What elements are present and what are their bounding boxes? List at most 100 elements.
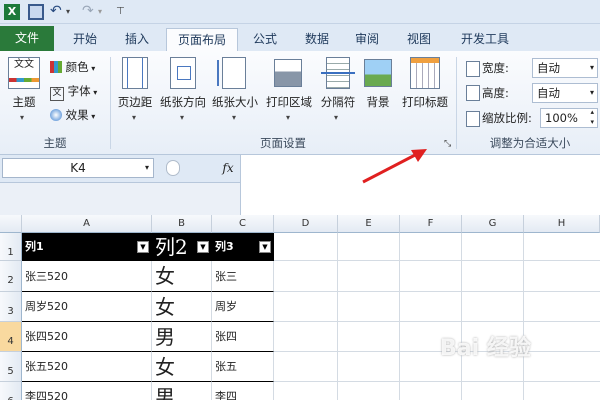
ribbon-tab-bar: 文件 开始 插入 页面布局 公式 数据 审阅 视图 开发工具 [0, 24, 600, 52]
tab-file[interactable]: 文件 [0, 26, 54, 51]
filter-dropdown-icon[interactable]: ▼ [137, 241, 149, 253]
width-select[interactable]: 自动 ▾ [532, 58, 598, 78]
worksheet-grid[interactable]: A B C D E F G H 1 2 3 4 5 6 列1 ▼ 列2 ▼ 列3… [0, 215, 600, 400]
size-button[interactable]: 纸张大小 [208, 94, 262, 110]
row-header[interactable]: 2 [0, 261, 22, 292]
chevron-down-icon: ▾ [589, 88, 594, 97]
tab-developer[interactable]: 开发工具 [452, 28, 518, 51]
table-cell[interactable]: 女 [152, 261, 212, 292]
table-cell[interactable]: 李四 [212, 382, 274, 400]
size-dropdown-icon[interactable]: ▾ [232, 113, 236, 122]
excel-app-icon[interactable]: X [4, 4, 20, 20]
redo-dropdown-icon[interactable]: ▾ [98, 4, 114, 20]
table-cell[interactable]: 周岁 [212, 292, 274, 322]
column-header[interactable]: E [338, 215, 400, 233]
scale-group-label: 调整为合适大小 [489, 136, 571, 150]
table-cell[interactable]: 女 [152, 352, 212, 382]
print-titles-button[interactable]: 打印标题 [398, 94, 452, 110]
tab-page-layout[interactable]: 页面布局 [166, 28, 238, 52]
header-label: 列1 [25, 240, 44, 253]
height-icon [466, 85, 480, 101]
print-area-button[interactable]: 打印区域 [262, 94, 316, 110]
page-setup-dialog-launcher-icon[interactable]: ⤡ [444, 139, 451, 149]
table-header-cell[interactable]: 列2 ▼ [152, 233, 212, 261]
orientation-button[interactable]: 纸张方向 [156, 94, 210, 110]
column-header[interactable]: B [152, 215, 212, 233]
column-header[interactable]: D [274, 215, 338, 233]
breaks-dropdown-icon[interactable]: ▾ [334, 113, 338, 122]
height-value: 自动 [537, 86, 560, 100]
tab-data[interactable]: 数据 [296, 28, 338, 51]
margins-dropdown-icon[interactable]: ▾ [132, 113, 136, 122]
tab-review[interactable]: 审阅 [346, 28, 388, 51]
fonts-label: 字体 [67, 84, 91, 98]
tab-home[interactable]: 开始 [62, 28, 108, 51]
row-header[interactable]: 5 [0, 352, 22, 382]
table-cell[interactable]: 男 [152, 322, 212, 352]
scale-icon [466, 111, 480, 127]
background-icon [364, 59, 392, 87]
group-separator [110, 57, 111, 149]
margins-button[interactable]: 页边距 [114, 94, 156, 110]
formula-bar-splitter[interactable] [166, 160, 180, 176]
column-header[interactable]: H [524, 215, 600, 233]
table-cell[interactable]: 男 [152, 382, 212, 400]
ribbon-page-layout: 文文 主题 ▾ 颜色 ▾ 文 字体 ▾ 效果 ▾ 主题 页边距 ▾ 纸张方向 ▾… [0, 51, 600, 155]
undo-dropdown-icon[interactable]: ▾ [66, 4, 82, 20]
table-cell[interactable]: 李四520 [22, 382, 152, 400]
table-cell[interactable]: 张五520 [22, 352, 152, 382]
height-label: 高度: [482, 86, 509, 100]
breaks-button[interactable]: 分隔符 [314, 94, 362, 110]
spinner-arrows-icon[interactable]: ▴ ▾ [590, 107, 594, 127]
customize-qat-icon[interactable]: ⊤ [116, 4, 132, 20]
table-cell[interactable]: 张五 [212, 352, 274, 382]
table-cell[interactable]: 张四 [212, 322, 274, 352]
row-header[interactable]: 6 [0, 382, 22, 400]
table-cell[interactable]: 张四520 [22, 322, 152, 352]
width-label: 宽度: [482, 61, 509, 75]
arrow-shaft [362, 152, 418, 184]
size-icon [217, 57, 246, 89]
select-all-corner[interactable] [0, 215, 22, 233]
tab-formulas[interactable]: 公式 [244, 28, 286, 51]
row-header[interactable]: 3 [0, 292, 22, 322]
quick-access-toolbar: X ↶ ▾ ↷ ▾ ⊤ [0, 0, 600, 24]
themes-dropdown-icon[interactable]: ▾ [20, 113, 24, 122]
colors-button[interactable]: 颜色 ▾ [50, 57, 104, 77]
width-value: 自动 [537, 61, 560, 75]
column-header[interactable]: C [212, 215, 274, 233]
name-box[interactable]: K4 ▾ [2, 158, 154, 178]
save-icon[interactable] [28, 4, 44, 20]
row-header-selected[interactable]: 4 [0, 322, 22, 352]
tab-view[interactable]: 视图 [398, 28, 440, 51]
column-header[interactable]: F [400, 215, 462, 233]
chevron-down-icon[interactable]: ▾ [145, 159, 149, 177]
themes-group-label: 主题 [43, 136, 67, 150]
table-cell[interactable]: 周岁520 [22, 292, 152, 322]
insert-function-button[interactable]: fx [218, 158, 238, 178]
filter-dropdown-icon[interactable]: ▼ [197, 241, 209, 253]
tab-insert[interactable]: 插入 [114, 28, 160, 51]
print-area-dropdown-icon[interactable]: ▾ [286, 113, 290, 122]
table-header-cell[interactable]: 列3 ▼ [212, 233, 274, 261]
column-header[interactable]: A [22, 215, 152, 233]
column-header[interactable]: G [462, 215, 524, 233]
table-cell[interactable]: 张三 [212, 261, 274, 292]
themes-icon-text: 文文 [14, 59, 34, 70]
watermark: Bai 经验 [440, 336, 531, 361]
filter-dropdown-icon[interactable]: ▼ [259, 241, 271, 253]
themes-button[interactable]: 主题 [4, 94, 44, 110]
scale-spinner[interactable]: 100% ▴ ▾ [540, 108, 598, 128]
background-button[interactable]: 背景 [360, 94, 396, 110]
row-header[interactable]: 1 [0, 233, 22, 261]
redo-icon[interactable]: ↷ [82, 4, 98, 20]
orientation-dropdown-icon[interactable]: ▾ [180, 113, 184, 122]
table-cell[interactable]: 张三520 [22, 261, 152, 292]
effects-button[interactable]: 效果 ▾ [50, 105, 104, 125]
empty-grid-lines [274, 233, 600, 400]
table-cell[interactable]: 女 [152, 292, 212, 322]
table-header-cell[interactable]: 列1 ▼ [22, 233, 152, 261]
undo-icon[interactable]: ↶ [50, 4, 66, 20]
fonts-button[interactable]: 文 字体 ▾ [50, 81, 104, 101]
height-select[interactable]: 自动 ▾ [532, 83, 598, 103]
